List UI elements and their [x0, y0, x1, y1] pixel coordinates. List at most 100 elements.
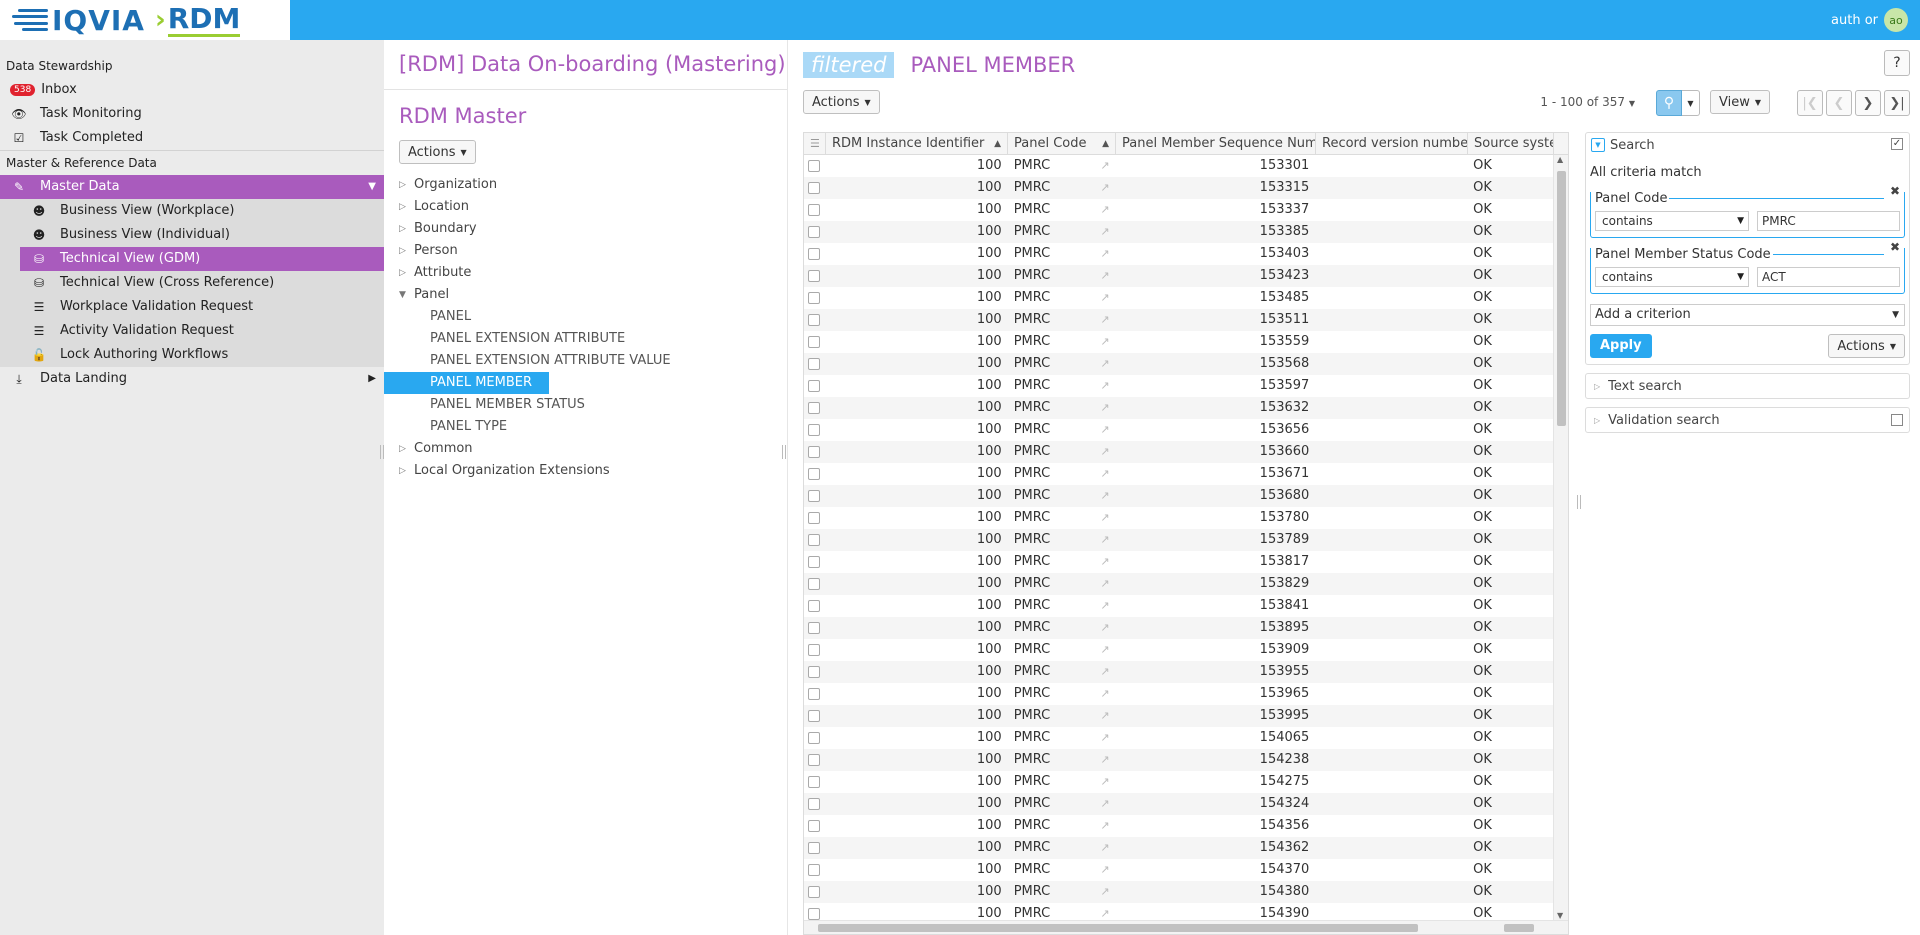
tree-node-boundary[interactable]: ▷ Boundary [384, 218, 787, 240]
horizontal-scrollbar[interactable] [804, 920, 1568, 934]
sort-asc-icon[interactable]: ▲ [994, 133, 1001, 154]
table-row[interactable]: 100 PMRC ↗ 153337 OK [804, 199, 1553, 221]
row-checkbox[interactable] [808, 468, 820, 480]
caret-down-icon[interactable]: ▼ [1682, 90, 1700, 116]
external-link-icon[interactable]: ↗ [1100, 903, 1109, 920]
cell-panel-code[interactable]: PMRC ↗ [1008, 199, 1116, 221]
scroll-thumb[interactable] [1557, 171, 1566, 426]
expand-triangle-icon[interactable]: ▷ [1594, 416, 1600, 425]
operator-select[interactable]: contains ▼ [1595, 267, 1749, 287]
search-header[interactable]: ▼ Search ✓ [1586, 133, 1909, 157]
external-link-icon[interactable]: ↗ [1100, 837, 1109, 859]
table-row[interactable]: 100 PMRC ↗ 153909 OK [804, 639, 1553, 661]
tree-leaf-panel-type[interactable]: PANEL TYPE [384, 416, 787, 438]
scroll-down-icon[interactable]: ▼ [1557, 911, 1563, 920]
sidebar-item-workplace-validation[interactable]: ☰ Workplace Validation Request [0, 295, 384, 319]
external-link-icon[interactable]: ↗ [1100, 221, 1109, 243]
prev-page-icon[interactable]: ❮ [1826, 90, 1852, 116]
table-row[interactable]: 100 PMRC ↗ 154324 OK [804, 793, 1553, 815]
cell-panel-code[interactable]: PMRC ↗ [1008, 683, 1116, 705]
grid-actions-button[interactable]: Actions ▼ [803, 90, 880, 114]
expand-triangle-icon[interactable]: ▷ [399, 460, 409, 482]
table-row[interactable]: 100 PMRC ↗ 153965 OK [804, 683, 1553, 705]
validation-search-section[interactable]: ▷ Validation search [1585, 407, 1910, 433]
row-checkbox[interactable] [808, 688, 820, 700]
cell-panel-code[interactable]: PMRC ↗ [1008, 441, 1116, 463]
table-row[interactable]: 100 PMRC ↗ 154390 OK [804, 903, 1553, 920]
sort-asc-icon[interactable]: ▲ [1102, 133, 1109, 154]
expand-triangle-icon[interactable]: ▷ [399, 196, 409, 218]
expand-triangle-icon[interactable]: ▷ [399, 218, 409, 240]
row-checkbox[interactable] [808, 380, 820, 392]
table-row[interactable]: 100 PMRC ↗ 153955 OK [804, 661, 1553, 683]
table-row[interactable]: 100 PMRC ↗ 153511 OK [804, 309, 1553, 331]
row-checkbox[interactable] [808, 908, 820, 920]
row-checkbox[interactable] [808, 490, 820, 502]
cell-panel-code[interactable]: PMRC ↗ [1008, 265, 1116, 287]
table-row[interactable]: 100 PMRC ↗ 154362 OK [804, 837, 1553, 859]
table-row[interactable]: 100 PMRC ↗ 153632 OK [804, 397, 1553, 419]
table-row[interactable]: 100 PMRC ↗ 153568 OK [804, 353, 1553, 375]
row-checkbox[interactable] [808, 534, 820, 546]
external-link-icon[interactable]: ↗ [1100, 485, 1109, 507]
external-link-icon[interactable]: ↗ [1100, 815, 1109, 837]
expand-triangle-icon[interactable]: ▷ [1594, 382, 1600, 391]
external-link-icon[interactable]: ↗ [1100, 529, 1109, 551]
collapse-chevron-icon[interactable]: ▼ [1591, 138, 1605, 152]
tree-node-location[interactable]: ▷ Location [384, 196, 787, 218]
row-checkbox[interactable] [808, 754, 820, 766]
column-menu-icon[interactable]: ☰ [804, 133, 826, 154]
external-link-icon[interactable]: ↗ [1100, 177, 1109, 199]
add-criterion-select[interactable]: Add a criterion ▼ [1590, 304, 1905, 326]
cell-panel-code[interactable]: PMRC ↗ [1008, 881, 1116, 903]
table-row[interactable]: 100 PMRC ↗ 153485 OK [804, 287, 1553, 309]
column-header-source-system[interactable]: Source system [1468, 133, 1554, 154]
external-link-icon[interactable]: ↗ [1100, 573, 1109, 595]
table-row[interactable]: 100 PMRC ↗ 153315 OK [804, 177, 1553, 199]
apply-button[interactable]: Apply [1590, 334, 1652, 358]
table-row[interactable]: 100 PMRC ↗ 154356 OK [804, 815, 1553, 837]
table-row[interactable]: 100 PMRC ↗ 153817 OK [804, 551, 1553, 573]
external-link-icon[interactable]: ↗ [1100, 265, 1109, 287]
sidebar-item-technical-view-gdm[interactable]: ⛁ Technical View (GDM) [20, 247, 384, 271]
row-checkbox[interactable] [808, 622, 820, 634]
row-checkbox[interactable] [808, 600, 820, 612]
cell-panel-code[interactable]: PMRC ↗ [1008, 837, 1116, 859]
table-row[interactable]: 100 PMRC ↗ 153829 OK [804, 573, 1553, 595]
tree-leaf-panel-member-status[interactable]: PANEL MEMBER STATUS [384, 394, 787, 416]
external-link-icon[interactable]: ↗ [1100, 749, 1109, 771]
cell-panel-code[interactable]: PMRC ↗ [1008, 573, 1116, 595]
external-link-icon[interactable]: ↗ [1100, 375, 1109, 397]
sidebar-item-activity-validation[interactable]: ☰ Activity Validation Request [0, 319, 384, 343]
row-checkbox[interactable] [808, 798, 820, 810]
external-link-icon[interactable]: ↗ [1100, 243, 1109, 265]
search-enabled-checkbox[interactable]: ✓ [1891, 138, 1903, 150]
criterion-value-input[interactable]: ACT [1757, 267, 1900, 287]
cell-panel-code[interactable]: PMRC ↗ [1008, 529, 1116, 551]
first-page-icon[interactable]: |❮ [1797, 90, 1823, 116]
tree-resize-handle[interactable] [782, 445, 786, 459]
table-row[interactable]: 100 PMRC ↗ 153385 OK [804, 221, 1553, 243]
external-link-icon[interactable]: ↗ [1100, 771, 1109, 793]
text-search-section[interactable]: ▷ Text search [1585, 373, 1910, 399]
external-link-icon[interactable]: ↗ [1100, 309, 1109, 331]
cell-panel-code[interactable]: PMRC ↗ [1008, 243, 1116, 265]
external-link-icon[interactable]: ↗ [1100, 331, 1109, 353]
row-checkbox[interactable] [808, 292, 820, 304]
column-header-record-version[interactable]: Record version number [1316, 133, 1468, 154]
external-link-icon[interactable]: ↗ [1100, 155, 1109, 177]
external-link-icon[interactable]: ↗ [1100, 661, 1109, 683]
table-row[interactable]: 100 PMRC ↗ 153789 OK [804, 529, 1553, 551]
expand-triangle-icon[interactable]: ▷ [399, 438, 409, 460]
cell-panel-code[interactable]: PMRC ↗ [1008, 749, 1116, 771]
cell-panel-code[interactable]: PMRC ↗ [1008, 419, 1116, 441]
app-logo[interactable]: IQVIA › RDM [0, 0, 290, 40]
cell-panel-code[interactable]: PMRC ↗ [1008, 309, 1116, 331]
table-row[interactable]: 100 PMRC ↗ 153995 OK [804, 705, 1553, 727]
tree-node-panel[interactable]: ▼ Panel [384, 284, 787, 306]
help-button[interactable]: ? [1884, 50, 1910, 76]
external-link-icon[interactable]: ↗ [1100, 287, 1109, 309]
cell-panel-code[interactable]: PMRC ↗ [1008, 375, 1116, 397]
cell-panel-code[interactable]: PMRC ↗ [1008, 793, 1116, 815]
cell-panel-code[interactable]: PMRC ↗ [1008, 177, 1116, 199]
